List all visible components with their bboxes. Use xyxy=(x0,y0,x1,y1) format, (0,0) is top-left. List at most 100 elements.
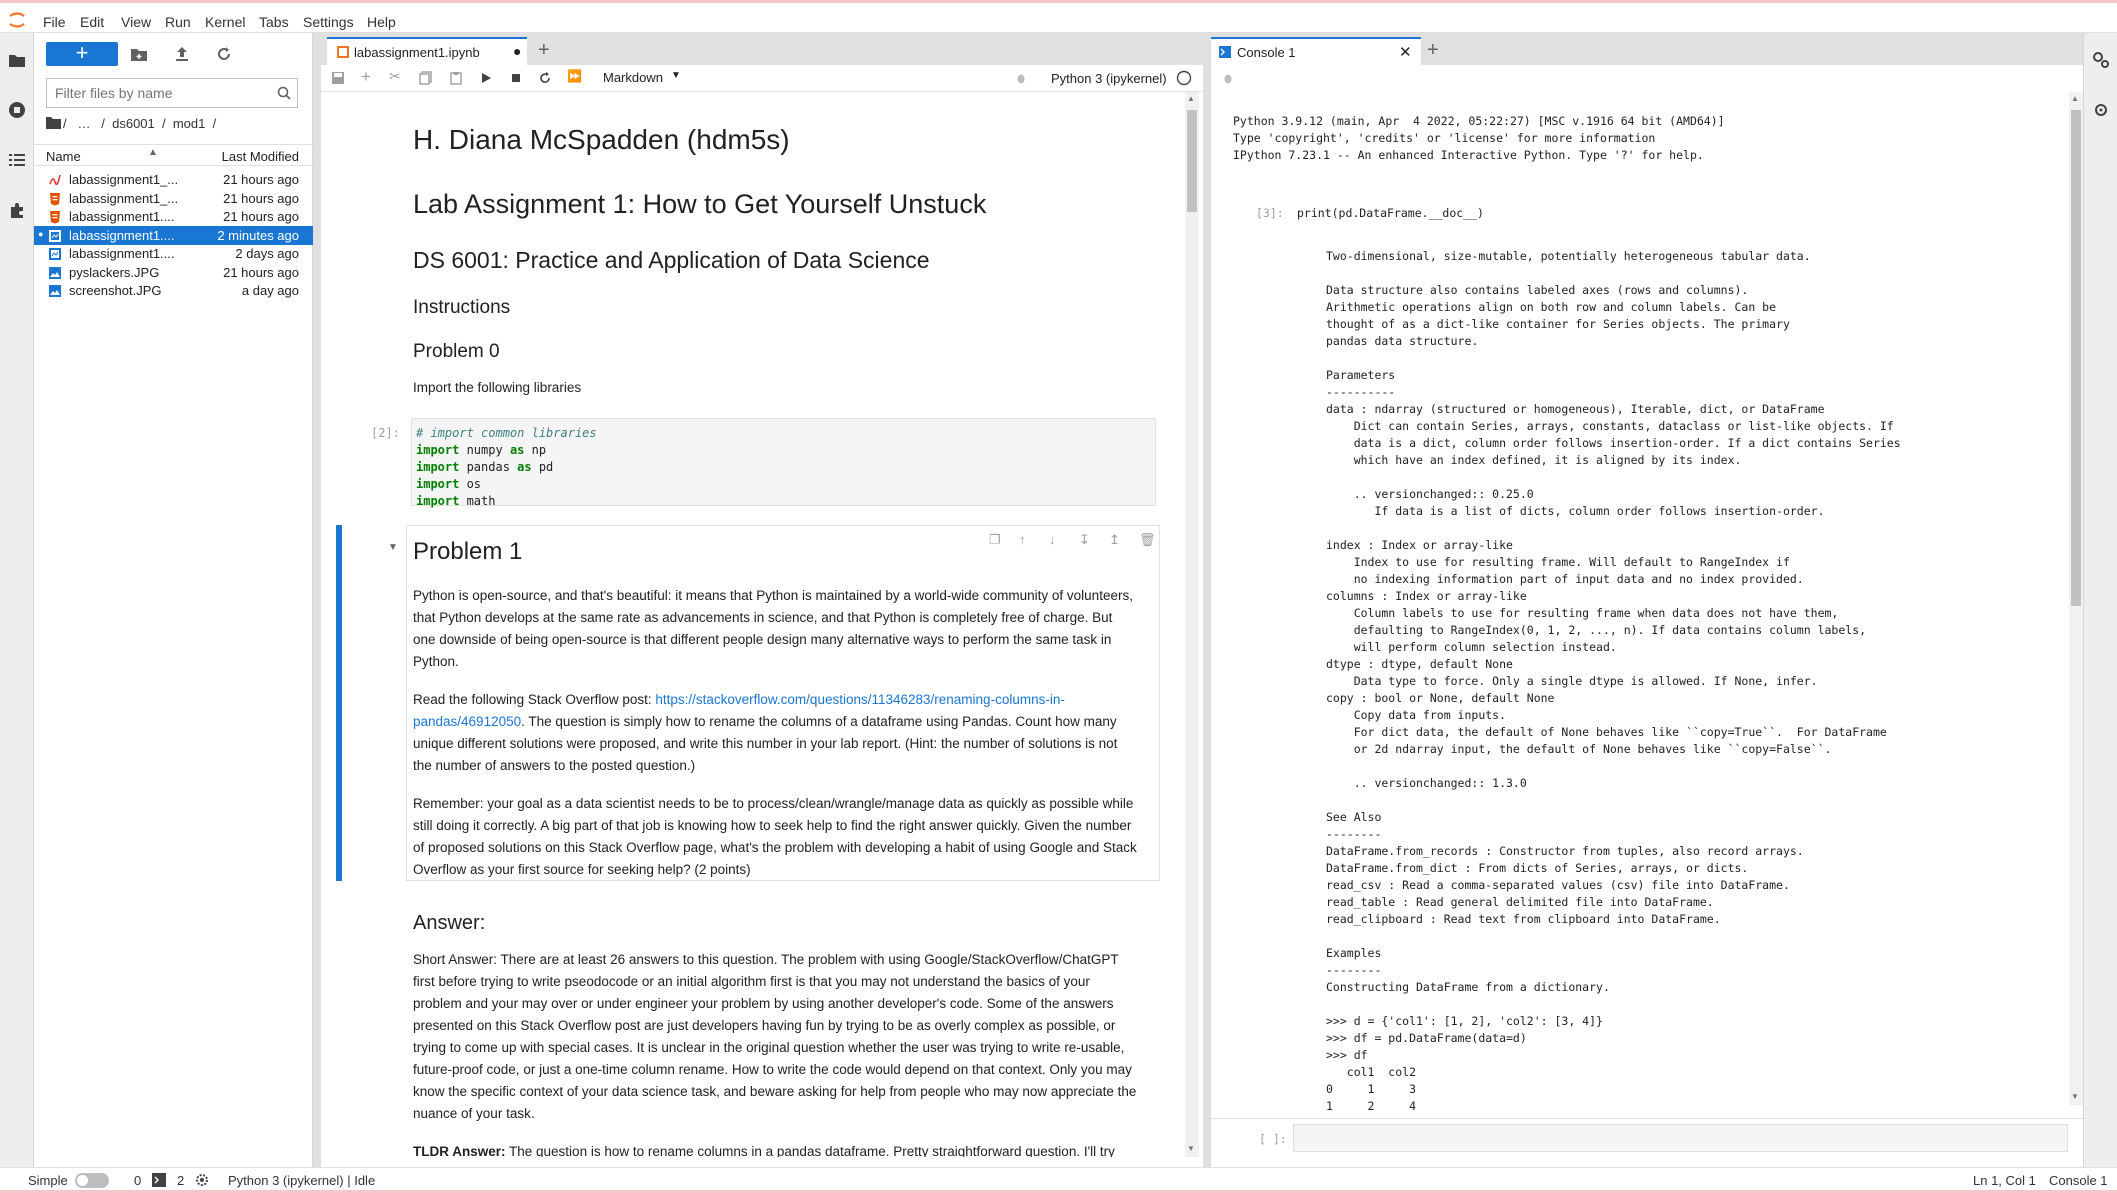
modified-column-header[interactable]: Last Modified xyxy=(222,149,299,164)
console-scroll-thumb[interactable] xyxy=(2071,110,2081,606)
delete-cell-icon[interactable]: 🗑 xyxy=(1139,532,1156,548)
file-name: labassignment1.... xyxy=(69,209,175,224)
property-inspector-icon[interactable] xyxy=(2092,51,2110,69)
scroll-down-icon[interactable]: ▼ xyxy=(2071,1092,2079,1101)
filter-input[interactable] xyxy=(47,79,267,107)
file-row[interactable]: labassignment1_... 21 hours ago xyxy=(34,189,313,208)
console-banner: Python 3.9.12 (main, Apr 4 2022, 05:22:2… xyxy=(1233,114,1725,162)
menu-edit[interactable]: Edit xyxy=(80,14,104,30)
insert-cell-icon[interactable]: + xyxy=(361,67,375,86)
image-icon xyxy=(48,284,62,298)
active-document: Console 1 xyxy=(2049,1173,2108,1188)
stop-icon[interactable] xyxy=(509,71,523,85)
debug-bug-icon[interactable] xyxy=(1221,71,1235,85)
kernel-idle-icon xyxy=(1176,70,1192,86)
kernel-name[interactable]: Python 3 (ipykernel) xyxy=(1051,71,1167,86)
left-sidebar-tabs xyxy=(0,33,34,1167)
breadcrumb-path[interactable]: / … / ds6001 / mod1 / xyxy=(63,116,216,131)
file-row[interactable]: pyslackers.JPG 21 hours ago xyxy=(34,263,313,282)
unsaved-dot-icon[interactable]: ● xyxy=(513,43,521,59)
cell-prompt: [2]: xyxy=(371,426,400,440)
new-launcher-button[interactable]: + xyxy=(46,42,118,66)
chevron-down-icon: ▼ xyxy=(671,70,681,81)
menu-view[interactable]: View xyxy=(121,14,151,30)
scroll-up-icon[interactable]: ▲ xyxy=(1187,94,1195,103)
cell-type-select[interactable]: Markdown xyxy=(603,70,663,85)
notebook-scrollbar[interactable] xyxy=(1185,92,1199,1157)
table-of-contents-icon[interactable] xyxy=(8,151,26,169)
file-modified: 2 days ago xyxy=(235,246,299,261)
file-row[interactable]: screenshot.JPG a day ago xyxy=(34,281,313,300)
console-input-prompt: [ ]: xyxy=(1259,1132,1287,1146)
insert-below-icon[interactable]: ↥ xyxy=(1109,532,1120,548)
new-folder-icon[interactable] xyxy=(130,45,148,63)
close-icon[interactable]: ✕ xyxy=(1399,43,1412,61)
kernel-status[interactable]: Python 3 (ipykernel) | Idle xyxy=(228,1173,375,1188)
debug-bug-icon[interactable] xyxy=(1014,71,1028,85)
file-row[interactable]: labassignment1_... 21 hours ago xyxy=(34,170,313,189)
menu-run[interactable]: Run xyxy=(165,14,191,30)
search-icon xyxy=(277,86,291,100)
scroll-up-icon[interactable]: ▲ xyxy=(2071,94,2079,103)
heading-lab-title: Lab Assignment 1: How to Get Yourself Un… xyxy=(413,189,987,219)
tab-console[interactable]: Console 1 ✕ xyxy=(1211,37,1421,65)
move-up-icon[interactable]: ↑ xyxy=(1019,532,1026,547)
file-filter xyxy=(46,78,298,108)
tab-notebook[interactable]: labassignment1.ipynb ● xyxy=(327,37,527,65)
refresh-icon[interactable] xyxy=(215,45,233,63)
simple-mode-label: Simple xyxy=(28,1173,68,1188)
file-row[interactable]: labassignment1.... 2 days ago xyxy=(34,244,313,263)
restart-icon[interactable] xyxy=(538,71,552,85)
name-column-header[interactable]: Name xyxy=(46,149,81,164)
folder-icon[interactable] xyxy=(46,116,61,129)
sort-ascending-icon: ▲ xyxy=(148,147,158,158)
text-short-answer: Short Answer: There are at least 26 answ… xyxy=(413,952,1137,1121)
tab-label: labassignment1.ipynb xyxy=(354,45,480,60)
scroll-down-icon[interactable]: ▼ xyxy=(1187,1144,1195,1153)
console-input-code: print(pd.DataFrame.__doc__) xyxy=(1297,206,1484,220)
add-tab-icon[interactable]: + xyxy=(1427,39,1439,62)
menu-kernel[interactable]: Kernel xyxy=(205,14,245,30)
code-cell[interactable]: # import common libraries import numpy a… xyxy=(411,418,1156,508)
notebook-scroll-thumb[interactable] xyxy=(1187,110,1197,212)
file-row[interactable]: labassignment1.... 2 minutes ago ● xyxy=(34,225,313,245)
add-tab-icon[interactable]: + xyxy=(538,39,550,62)
duplicate-cell-icon[interactable]: ❐ xyxy=(989,532,1001,548)
menu-settings[interactable]: Settings xyxy=(303,14,354,30)
panel-splitter[interactable] xyxy=(313,33,321,1167)
kernel-count[interactable]: 2 xyxy=(177,1173,184,1188)
text-tldr-answer: TLDR Answer: The question is how to rena… xyxy=(413,1141,1138,1157)
fast-forward-icon[interactable]: ⏩ xyxy=(567,69,582,83)
jupyter-logo xyxy=(9,12,25,28)
file-modified: 21 hours ago xyxy=(223,190,299,206)
panel-splitter[interactable] xyxy=(1203,33,1211,1167)
file-list-header: Name ▲ Last Modified xyxy=(34,144,313,166)
tab-label: Console 1 xyxy=(1237,45,1296,60)
open-indicator-icon: ● xyxy=(38,228,44,239)
folder-icon[interactable] xyxy=(8,51,26,69)
debugger-icon[interactable] xyxy=(2092,101,2110,119)
menu-tabs[interactable]: Tabs xyxy=(259,14,289,30)
copy-icon[interactable] xyxy=(419,71,433,85)
file-name: labassignment1.... xyxy=(69,246,175,261)
tldr-label: TLDR Answer: xyxy=(413,1144,506,1157)
heading-problem-1: Problem 1 xyxy=(413,538,523,565)
cursor-position[interactable]: Ln 1, Col 1 xyxy=(1973,1173,2036,1188)
collapse-caret-icon[interactable]: ▼ xyxy=(388,542,398,553)
extension-icon[interactable] xyxy=(8,201,26,219)
console-input-editor[interactable] xyxy=(1293,1124,2068,1152)
menu-file[interactable]: File xyxy=(43,14,66,30)
simple-mode-toggle[interactable] xyxy=(75,1173,109,1188)
notebook-icon xyxy=(337,46,349,58)
move-down-icon[interactable]: ↓ xyxy=(1049,532,1056,547)
save-icon[interactable] xyxy=(331,71,345,85)
paste-icon[interactable] xyxy=(449,71,463,85)
file-row[interactable]: labassignment1.... 21 hours ago xyxy=(34,207,313,226)
upload-icon[interactable] xyxy=(173,45,191,63)
terminal-count[interactable]: 0 xyxy=(134,1173,141,1188)
run-icon[interactable] xyxy=(479,71,493,85)
menu-help[interactable]: Help xyxy=(367,14,396,30)
insert-above-icon[interactable]: ↧ xyxy=(1079,532,1090,548)
running-sessions-icon[interactable] xyxy=(8,101,26,119)
cut-icon[interactable]: ✂ xyxy=(389,68,403,84)
